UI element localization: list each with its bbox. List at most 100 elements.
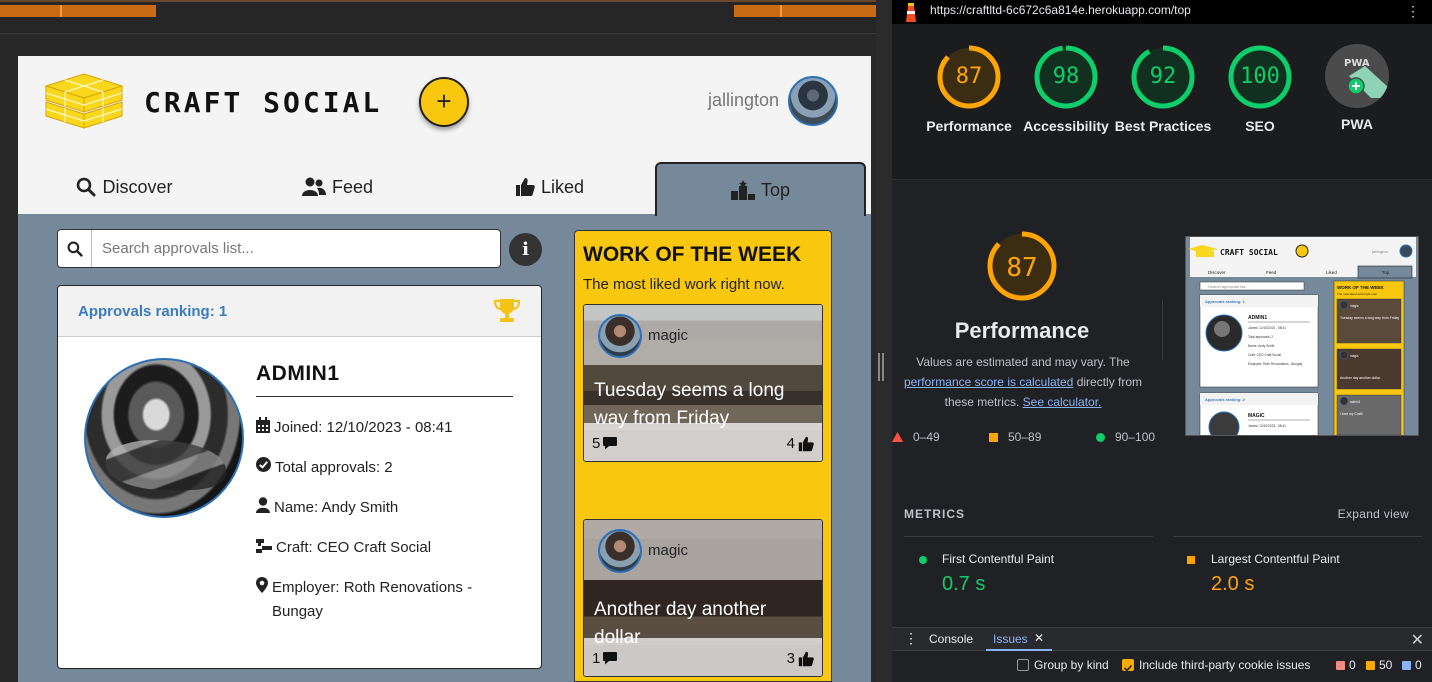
post-avatar[interactable] (598, 529, 642, 573)
thumb-username: jallington (1371, 249, 1388, 254)
ranking-icon (730, 180, 755, 200)
gauge-seo[interactable]: 100 SEO (1210, 44, 1310, 136)
like-count[interactable]: 3 (787, 650, 814, 667)
gauge-value: 100 (1240, 64, 1280, 89)
tools-icon (256, 539, 272, 553)
thumb-search: Search approvals list... (1208, 284, 1248, 289)
thumb-post-caption: I love my Craft! (1340, 412, 1363, 416)
user-icon (256, 497, 270, 513)
info-count[interactable]: 0 (1402, 658, 1422, 672)
post-footer: 5 4 (584, 423, 822, 461)
thumbs-up-icon (515, 178, 535, 196)
username[interactable]: jallington (708, 90, 779, 111)
performance-description: Values are estimated and may vary. The p… (900, 352, 1146, 412)
post-avatar[interactable] (598, 314, 642, 358)
strip-line (0, 0, 890, 2)
nav-tabs: Discover Feed Liked Top (18, 162, 871, 216)
average-square-icon (989, 432, 998, 442)
tab-label: Top (760, 179, 791, 200)
info-button[interactable]: i (509, 233, 542, 266)
search-bar (57, 229, 501, 268)
add-post-button[interactable]: + (419, 77, 469, 127)
splitter-handle[interactable] (878, 353, 884, 381)
tab-feed[interactable]: Feed (231, 162, 444, 212)
thumb-post-user: admin1 (1350, 400, 1361, 404)
tab-top[interactable]: Top (655, 162, 866, 216)
error-count[interactable]: 0 (1336, 658, 1356, 672)
metric-divider (1173, 536, 1422, 537)
card-header: Approvals ranking: 1 (58, 286, 541, 337)
comment-count[interactable]: 5 (592, 435, 618, 452)
post-card[interactable]: magic Another day another dollar 1 3 (583, 519, 823, 677)
tab-label: Discover (102, 176, 173, 197)
gauge-label: Accessibility (1023, 118, 1109, 134)
gauge-performance[interactable]: 87 Performance (919, 44, 1019, 136)
thumb-name: ADMIN1 (1248, 315, 1267, 321)
score-calculated-link[interactable]: performance score is calculated (904, 375, 1073, 389)
post-image[interactable]: magic Tuesday seems a long way from Frid… (584, 305, 822, 461)
group-by-kind-label[interactable]: Group by kind (1034, 658, 1109, 672)
metrics-heading: METRICS (904, 507, 965, 521)
thumb-tab: Liked (1326, 270, 1337, 275)
gauge-pwa[interactable]: PWA PWA (1307, 44, 1407, 134)
tab-label: Liked (540, 176, 585, 197)
drawer-tabbar: ⋮ Console Issues ✕ (892, 627, 1432, 651)
audited-url[interactable]: https://craftltd-6c672c6a814e.herokuapp.… (930, 3, 1191, 17)
post-card[interactable]: magic Tuesday seems a long way from Frid… (583, 304, 823, 462)
thumb-wotw-sub: The most liked work right now. (1337, 292, 1378, 296)
thumb-tab: Top (1382, 270, 1390, 275)
comment-count[interactable]: 1 (592, 650, 618, 667)
pwa-badge-icon: PWA (1325, 44, 1389, 108)
thumb-post-user: magic (1350, 354, 1359, 358)
users-icon (301, 177, 326, 196)
tab-console[interactable]: Console (929, 632, 973, 646)
craft-detail: Craft: CEO Craft Social (256, 536, 431, 560)
like-count-value: 4 (786, 435, 795, 452)
close-drawer-icon[interactable]: ✕ (1411, 630, 1424, 650)
tab-discover[interactable]: Discover (18, 162, 231, 212)
devtools-panel: https://craftltd-6c672c6a814e.herokuapp.… (892, 0, 1432, 682)
panel-splitter[interactable] (876, 0, 892, 682)
wotw-title: WORK OF THE WEEK (583, 243, 802, 266)
legend-range: 90–100 (1115, 430, 1156, 444)
tab-liked[interactable]: Liked (444, 162, 655, 212)
tab-label: Feed (331, 176, 374, 197)
lighthouse-url-bar: https://craftltd-6c672c6a814e.herokuapp.… (892, 0, 1432, 24)
brick-logo-icon[interactable] (38, 72, 130, 132)
page-screenshot-thumbnail[interactable]: CRAFT SOCIAL jallington Discover Feed Li… (1185, 236, 1419, 436)
third-party-label[interactable]: Include third-party cookie issues (1139, 658, 1310, 672)
user-avatar[interactable] (788, 76, 838, 126)
legend-average: 50–89 (989, 430, 1041, 444)
expand-view-button[interactable]: Expand view (1338, 507, 1409, 521)
post-image[interactable]: magic Another day another dollar 1 3 (584, 520, 822, 676)
search-input[interactable] (92, 230, 500, 267)
ranking-label: Approvals ranking: 1 (78, 303, 228, 320)
lighthouse-icon (906, 3, 916, 22)
comment-icon (603, 437, 618, 450)
like-count[interactable]: 4 (787, 435, 814, 452)
ranking-card: Approvals ranking: 1 ADMIN1 Joined: 12/1… (57, 285, 542, 669)
group-by-kind-checkbox[interactable] (1017, 659, 1029, 671)
comment-icon (603, 652, 618, 665)
tab-issues[interactable]: Issues (993, 632, 1028, 646)
post-username[interactable]: magic (648, 327, 688, 344)
approvals-text: Total approvals: 2 (275, 459, 393, 476)
gauge-label: SEO (1245, 118, 1275, 134)
metric-name-lcp: Largest Contentful Paint (1211, 552, 1340, 566)
warning-count[interactable]: 50 (1366, 658, 1392, 672)
drawer-menu-icon[interactable]: ⋮ (904, 630, 918, 647)
browser-viewport: CRAFT SOCIAL + jallington Discover Feed (0, 0, 890, 682)
info-icon (1402, 660, 1411, 670)
wotw-subtitle: The most liked work right now. (583, 276, 785, 293)
gauge-best-practices[interactable]: 92 Best Practices (1113, 44, 1213, 136)
thumb-wotw-title: WORK OF THE WEEK (1337, 285, 1384, 290)
see-calculator-link[interactable]: See calculator. (1023, 395, 1102, 409)
brand-title[interactable]: CRAFT SOCIAL (144, 86, 382, 119)
post-username[interactable]: magic (648, 542, 688, 559)
thumb-detail: Craft: CEO Craft Social (1248, 353, 1281, 357)
close-tab-icon[interactable]: ✕ (1034, 631, 1044, 645)
gauge-accessibility[interactable]: 98 Accessibility (1016, 44, 1116, 136)
third-party-checkbox[interactable] (1122, 659, 1134, 672)
thumb-detail: Total approvals: 2 (1248, 335, 1273, 339)
more-options-icon[interactable]: ⋮ (1406, 3, 1420, 20)
